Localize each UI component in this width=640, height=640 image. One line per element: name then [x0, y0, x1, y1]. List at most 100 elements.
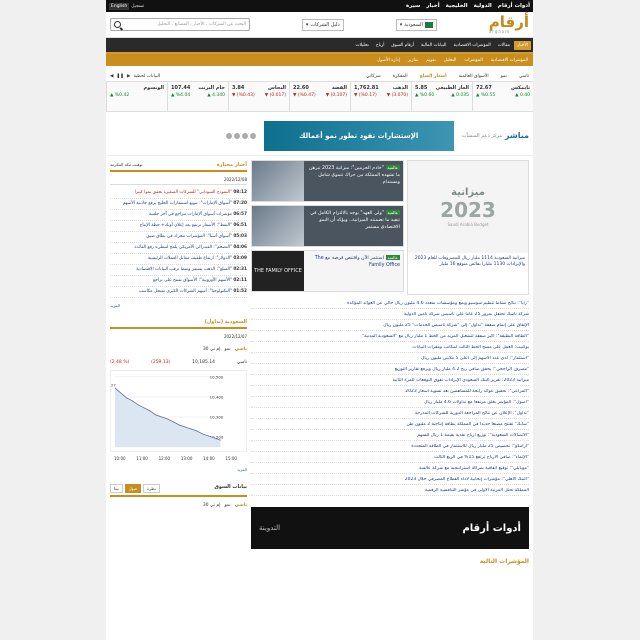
- nav-item[interactable]: أرقام السوق: [388, 41, 417, 50]
- pause-icon[interactable]: ❚❚: [116, 74, 124, 79]
- youtube-icon[interactable]: [233, 132, 240, 139]
- nav-item[interactable]: المؤشرات: [461, 57, 485, 64]
- top-link[interactable]: الدولية: [474, 3, 492, 9]
- ticker-item[interactable]: الذهب 1,762.81 (3.070) ▼ (%0.17) ▼: [350, 82, 411, 111]
- list-item[interactable]: 08:12 "النموذج السوداني" للشركات الصغيرة …: [110, 188, 247, 199]
- nav-item[interactable]: البيانات المالية: [418, 41, 450, 50]
- seg-nomu[interactable]: نمو: [224, 503, 230, 508]
- story-card[interactable]: عالمية استثمر الآن واقتنص فرصة مع The Fa…: [251, 250, 404, 292]
- list-item[interactable]: 06:57 مؤشرات أسواق الإمارات تتراجع في آخر…: [110, 210, 247, 221]
- ticker-pct: (%0.17) ▼: [354, 93, 377, 98]
- login-link[interactable]: تسجيل: [131, 4, 144, 9]
- seg-mt30[interactable]: إم تي 30: [203, 347, 221, 352]
- tab-global[interactable]: الأسواق العالمية: [459, 74, 489, 79]
- nav-item[interactable]: مقالات: [495, 41, 513, 50]
- tab-commodities[interactable]: أسعار السلع: [420, 74, 447, 79]
- list-item[interactable]: شركة تاسك تحتفل بمرور 25 عاما على تأسيس …: [251, 309, 529, 320]
- seg-tasi[interactable]: تاسي: [235, 347, 247, 352]
- nav-item[interactable]: تقويم: [423, 57, 439, 64]
- tab-nomu[interactable]: نمو: [501, 74, 507, 79]
- top-link[interactable]: أدوات أرقام: [498, 3, 530, 9]
- ticker-item[interactable]: الفضة 22.60 (0.107) ▼ (%0.47) ▼: [289, 82, 350, 111]
- list-item[interactable]: الإتفاق على إتمام صفقة "تداول" إلى "شركة…: [251, 320, 529, 331]
- prev-icon[interactable]: ◀: [110, 74, 113, 79]
- list-item[interactable]: 03:09 "الدولار": ارتفاع طفيف مقابل العملا…: [110, 254, 247, 265]
- nav-item[interactable]: أرباح: [373, 41, 388, 50]
- list-item[interactable]: "البنك الأهلي": مؤشرات إيجابية لأداء الق…: [251, 474, 529, 485]
- list-item[interactable]: "أرامكو": تخصيص 25 مليار ريال للاستثمار …: [251, 441, 529, 452]
- search-input[interactable]: البحث عن الشركات ، الأخبار ، المصانع ، ا…: [110, 18, 250, 31]
- list-item[interactable]: ميزانية 2023: تقرير البنك السعودي الإيرا…: [251, 375, 529, 386]
- list-item[interactable]: 02:11 "الأسهم الأوروبية": الأسواق تفتتح ع…: [110, 276, 247, 287]
- list-item[interactable]: 07:20 "أسواق الإمارات": تنويع استثمارات ا…: [110, 199, 247, 210]
- top-link[interactable]: سيرة: [406, 3, 420, 9]
- ticker-item[interactable]: الغاز الطبيعي 5.85 0.035 ▲ %0.60 ▲: [411, 82, 472, 111]
- list-item[interactable]: 02:31 "السلع": الذهب يستقر وسط ترقب البيا…: [110, 265, 247, 276]
- logo[interactable]: أرقام argaam: [489, 15, 529, 35]
- banner-ad[interactable]: الإستشارات تقود تطور نمو أعمالك: [263, 120, 454, 151]
- list-item[interactable]: "مصرف الراجحي": يحقق صافي ربح 4.2 مليار …: [251, 364, 529, 375]
- nav-item[interactable]: التحليل: [441, 57, 460, 64]
- lang-en-button[interactable]: English: [109, 2, 130, 10]
- news-headline: "الاتصالات السعودية": توزيع أرباح نقدية …: [417, 432, 529, 438]
- list-item[interactable]: "المراعي": تحقيق عوائد رابحة للمساهمين ب…: [251, 386, 529, 397]
- nav-item[interactable]: إدارة الأصول: [374, 57, 403, 64]
- list-item[interactable]: 04:06 "التضخم": الفيدرالي الأمريكي يلمح ل…: [110, 243, 247, 254]
- ticker-item[interactable]: خام البرنت 107.44 4.340 ▲ %4.04 ▲: [167, 82, 228, 111]
- list-item[interactable]: "الاتصالات السعودية": توزيع أرباح نقدية …: [251, 430, 529, 441]
- pill[interactable]: نظرة: [143, 484, 160, 493]
- list-item[interactable]: "أصول": المؤشر يغلق مرتفعا مع تداولات 4.…: [251, 397, 529, 408]
- banner-ad-text: الإستشارات تقود تطور نمو أعمالك: [299, 131, 419, 140]
- more-link[interactable]: المزيد: [110, 301, 247, 310]
- seg-mt30[interactable]: إم تي 30: [203, 503, 221, 508]
- chart-point: [214, 437, 215, 439]
- index-chart[interactable]: 10,50010,40010,30010,20010444.27: [106, 370, 247, 452]
- tab-calendar[interactable]: المفكرة: [393, 74, 408, 79]
- list-item[interactable]: "رأيا": نتائج نشاط تنظيم سوسيو ويمع ومؤس…: [251, 298, 529, 309]
- directory-select[interactable]: دليل الشركات ▾: [301, 18, 344, 31]
- seg-nomu[interactable]: نمو: [224, 347, 230, 352]
- list-item[interactable]: "الإنماء": صافي الأرباح ترتفع 15% في الر…: [251, 452, 529, 463]
- nav-item[interactable]: المؤشرات الاقتصادية: [488, 57, 531, 64]
- directory-label: دليل الشركات: [310, 21, 340, 28]
- top-link[interactable]: الخليجية: [446, 3, 468, 9]
- list-item[interactable]: 05:03 "أسواق آسيا": المؤشرات تتحرك في نطا…: [110, 232, 247, 243]
- list-item[interactable]: 06:51 "النفط": الأسعار ترتفع بعد إعلان أو…: [110, 221, 247, 232]
- list-item[interactable]: 01:52 "التكنولوجيا": أسهم الشركات الكبرى …: [110, 287, 247, 298]
- tab-my-companies[interactable]: شركاتي: [366, 74, 381, 79]
- top-link[interactable]: أخبار: [426, 3, 439, 9]
- search-icon[interactable]: [114, 21, 121, 28]
- nav-item[interactable]: الأخبار: [514, 40, 531, 50]
- instagram-icon[interactable]: [225, 132, 232, 139]
- list-item[interactable]: "استثمار": لدي عدد الأسهم إلى أعلى 5 ملا…: [251, 353, 529, 364]
- list-item[interactable]: المملكة تحتل المرتبة الأولى في مؤشر التن…: [251, 485, 529, 496]
- ticker-item[interactable]: نايمكس 72.67 0.40 ▲ %0.55 ▲: [472, 82, 533, 111]
- tools-ad[interactable]: أدوات أرقام التدوينة: [251, 507, 529, 549]
- story-card[interactable]: عالمية "خادم الحرمين": ميزانية 2023 تبره…: [251, 160, 404, 202]
- news-time: 04:06: [233, 245, 247, 250]
- nav-item[interactable]: المؤشرات الاقتصادية: [451, 41, 494, 50]
- nav-item[interactable]: تقارير: [405, 57, 421, 64]
- ticker-item[interactable]: الونسوم %0.42 ▲: [106, 82, 167, 111]
- list-item[interactable]: "سابك" تفتتح مصنعا جديدا في المملكة بطاق…: [251, 419, 529, 430]
- x-tick-label: 11:00: [136, 456, 148, 461]
- mobasher-logo[interactable]: مباشر مركز دعم المنشآت: [462, 131, 529, 140]
- seg-tasi[interactable]: تاسي: [235, 503, 247, 508]
- list-item[interactable]: "موبايلي": توقيع اتفاقية شراكة استراتيجي…: [251, 463, 529, 474]
- nav-item[interactable]: تحليلات: [353, 41, 372, 50]
- next-icon[interactable]: ▶: [127, 74, 130, 79]
- facebook-icon[interactable]: [249, 132, 256, 139]
- news-list: "رأيا": نتائج نشاط تنظيم سوسيو ويمع ومؤس…: [251, 298, 529, 496]
- list-item[interactable]: بوكبيت: العمل على مسح الخط الثالث لمكاتب…: [251, 342, 529, 353]
- budget-feature[interactable]: ميزانية 2023 Saudi Arabia Budget ميزانية…: [407, 160, 529, 295]
- tab-tasi[interactable]: تاسي: [519, 74, 529, 79]
- ticker-item[interactable]: النحاس 3.84 (0.017) ▼ (%0.43) ▼: [228, 82, 289, 111]
- list-item[interactable]: "الطاقة النظيفة": أكبر صفقة لتشغيل المزي…: [251, 331, 529, 342]
- market-select[interactable]: السعودية ▾: [395, 18, 437, 31]
- pill[interactable]: صول: [124, 484, 142, 493]
- market-more-link[interactable]: المزيد: [110, 464, 247, 475]
- twitter-icon[interactable]: [241, 132, 248, 139]
- pill[interactable]: بيتا: [110, 484, 123, 493]
- story-card[interactable]: عالمية "ولي العهد" يوجه بالالتزام الكامل…: [251, 205, 404, 247]
- list-item[interactable]: "تداول": الإعلان عن نتائج المراجعة الدور…: [251, 408, 529, 419]
